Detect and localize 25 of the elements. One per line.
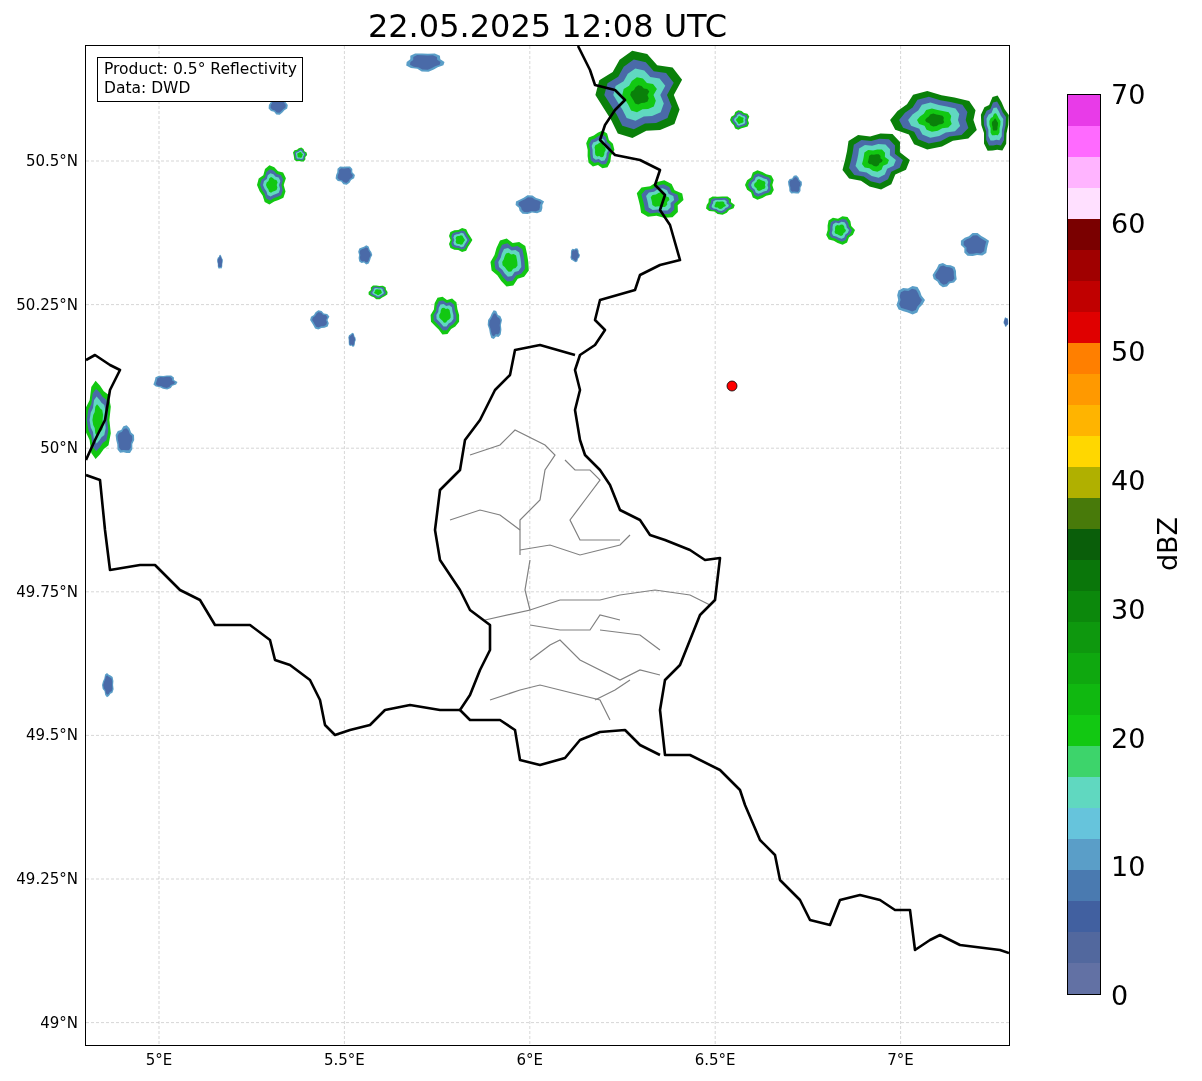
scale-tick-label: 70 — [1111, 78, 1146, 110]
axis-tick-label: 5°E — [145, 1051, 173, 1069]
chart-title: 22.05.2025 12:08 UTC — [366, 6, 729, 45]
axis-tick-label: 49.75°N — [16, 582, 78, 601]
scale-tick-label: 20 — [1111, 722, 1146, 754]
axis-tick-label: 50.25°N — [16, 295, 78, 314]
info-text: Product: 0.5° Reflectivity — [104, 60, 297, 79]
axis-tick-label: 7°E — [887, 1051, 914, 1069]
axis-tick-label: 50°N — [40, 439, 78, 458]
scale-tick-label: 50 — [1111, 335, 1146, 367]
info-text: Data: DWD — [104, 79, 192, 98]
axis-tick-label: 49.5°N — [25, 726, 78, 745]
scale-tick-label: 10 — [1111, 850, 1146, 882]
axis-tick-label: 49.25°N — [16, 870, 78, 888]
axis-tick-label: 50.5°N — [25, 152, 78, 170]
axis-tick-label: 5.5°E — [323, 1051, 365, 1069]
scale-tick-label: 40 — [1111, 464, 1146, 496]
location-marker — [726, 380, 738, 392]
scale-tick-label: 30 — [1111, 593, 1146, 625]
scale-tick-label: 60 — [1111, 207, 1146, 239]
axis-tick-label: 6.5°E — [694, 1051, 736, 1069]
scale-tick-label: 0 — [1111, 979, 1129, 1011]
axis-tick-label: 49°N — [40, 1013, 78, 1032]
scale-label: dBZ — [1151, 516, 1183, 572]
axis-tick-label: 6°E — [516, 1051, 544, 1069]
